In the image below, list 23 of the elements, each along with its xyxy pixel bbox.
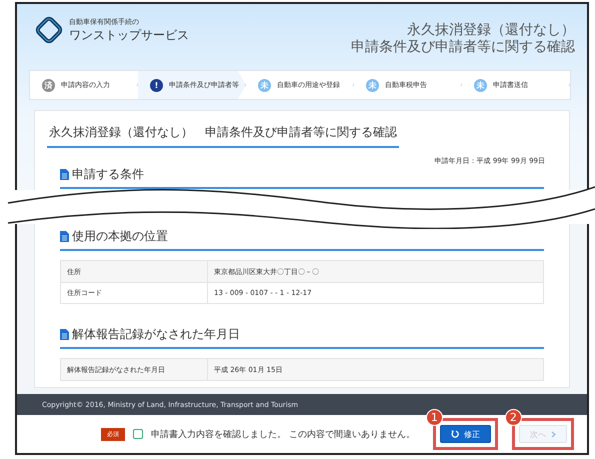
logo-icon [35,16,63,44]
edit-button[interactable]: 修正 [440,425,491,443]
section-title: 使用の本拠の位置 [72,228,168,245]
status-badge: 未 [474,78,487,92]
page-heading: 永久抹消登録（還付なし） [407,22,575,39]
document-icon [60,169,69,180]
chevron-icon [550,430,556,438]
section-title: 解体報告記録がなされた年月日 [72,326,240,343]
status-badge: 未 [366,78,379,92]
callout-number: 1 [426,409,443,426]
status-badge: 未 [258,78,271,92]
section-title: 申請する条件 [72,166,144,183]
callout-number: 2 [504,409,522,426]
status-badge: 済 [42,78,55,92]
confirm-checkbox[interactable] [133,429,143,439]
confirm-label: 申請書入力内容を確認しました。 この内容で間違いありません。 [151,428,415,440]
document-icon [60,231,69,242]
undo-icon [450,430,459,438]
document-icon [60,329,69,340]
logo-title: ワンストップサービス [69,26,189,44]
status-badge: ! [150,78,163,92]
page-heading: 申請条件及び申請者等に関する確認 [351,39,575,56]
card-title: 永久抹消登録（還付なし） 申請条件及び申請者等に関する確認 [47,124,399,148]
